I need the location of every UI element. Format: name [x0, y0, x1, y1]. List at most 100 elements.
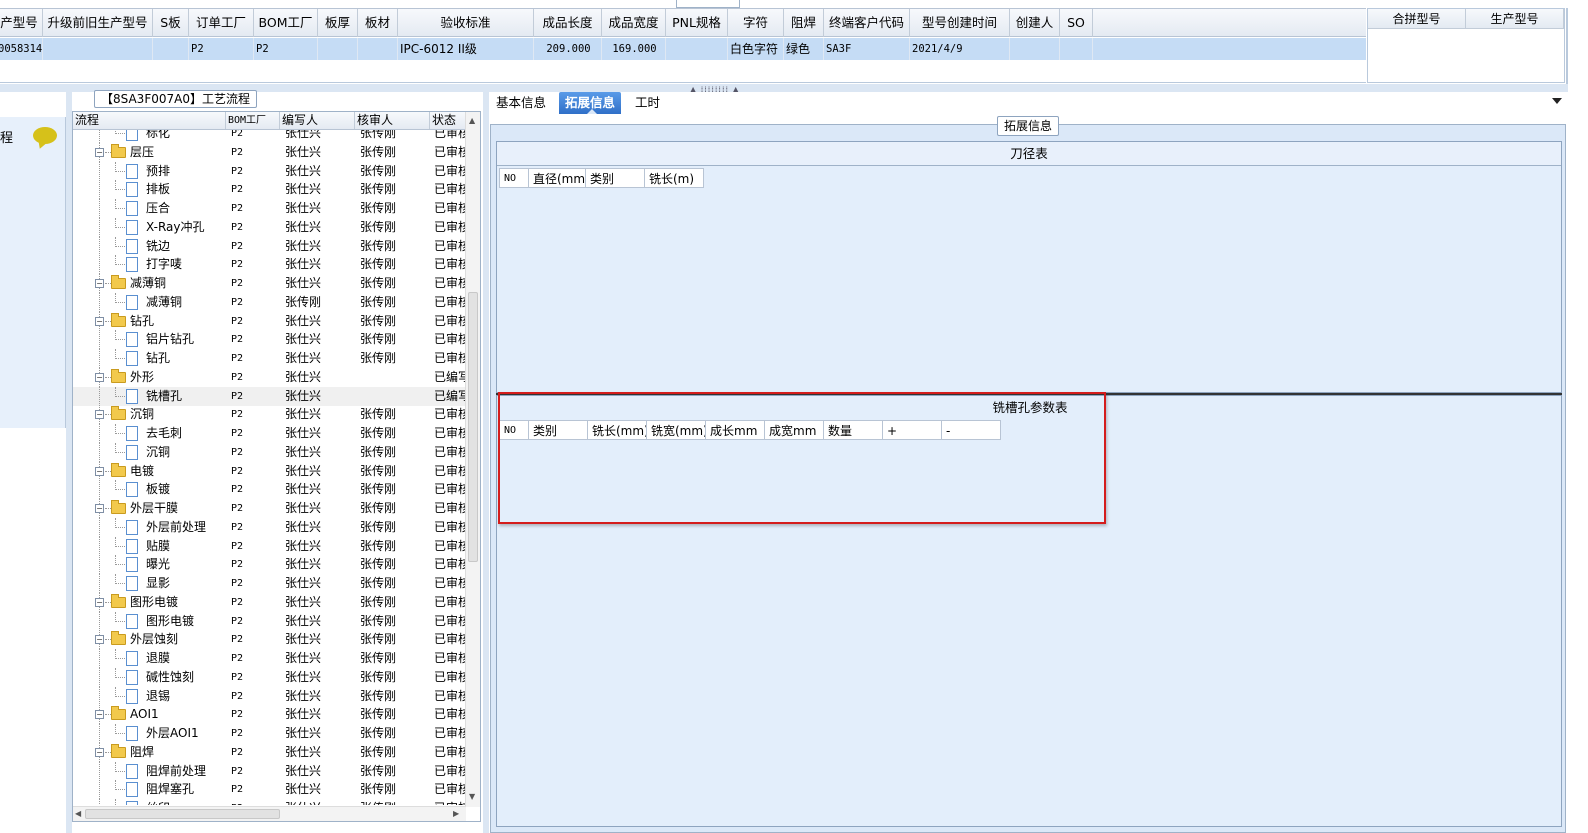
tree-row[interactable]: 阻焊前处理 P2 张仕兴 张传刚 已审核 [73, 761, 466, 781]
model-grid-cell[interactable] [358, 38, 398, 60]
tree-row[interactable]: − AOI1 P2 张仕兴 张传刚 已审核 [73, 705, 466, 725]
tree-row[interactable]: 贴膜 P2 张仕兴 张传刚 已审核 [73, 536, 466, 556]
model-grid-cell[interactable]: P2 [254, 38, 318, 60]
tree-row[interactable]: 铝片钻孔 P2 张仕兴 张传刚 已审核 [73, 330, 466, 350]
tool-table-col[interactable]: 铣长(m) [644, 168, 704, 188]
tree-row[interactable]: 阻焊塞孔 P2 张仕兴 张传刚 已审核 [73, 780, 466, 800]
tab-extended-info[interactable]: 拓展信息 [559, 92, 622, 114]
tree-row[interactable]: − 阻焊 P2 张仕兴 张传刚 已审核 [73, 742, 466, 762]
tree-row[interactable]: − 外层干膜 P2 张仕兴 张传刚 已审核 [73, 499, 466, 518]
tool-table-col[interactable]: 类别 [585, 168, 645, 188]
collapse-icon[interactable]: − [95, 504, 104, 513]
slot-table-col[interactable]: 铣长(mm) [587, 420, 647, 440]
slot-table-col[interactable]: 数量 [823, 420, 883, 440]
tree-vscroll-thumb[interactable] [468, 292, 478, 562]
collapse-icon[interactable]: − [95, 710, 104, 720]
scroll-down-icon[interactable]: ▼ [469, 792, 475, 801]
tree-row[interactable]: X-Ray冲孔 P2 张仕兴 张传刚 已审核 [73, 217, 466, 237]
model-grid-col-2[interactable]: S板 [153, 9, 189, 37]
col-reviewer[interactable]: 核审人 [355, 112, 430, 129]
tab-dropdown-icon[interactable] [1552, 98, 1562, 104]
slot-table-col[interactable]: 成宽mm [764, 420, 824, 440]
model-grid-col-10[interactable]: PNL规格 [666, 9, 728, 37]
tree-row[interactable]: 标化 P2 张仕兴 张传刚 已审核 [73, 130, 466, 143]
tree-row[interactable]: − 沉铜 P2 张仕兴 张传刚 已审核 [73, 405, 466, 425]
slot-table-col[interactable]: NO [499, 420, 529, 440]
collapse-icon[interactable]: − [95, 316, 104, 326]
model-grid-col-11[interactable]: 字符 [728, 9, 784, 37]
collapse-icon[interactable]: − [95, 597, 104, 607]
model-grid-cell[interactable]: 0058314 [0, 38, 43, 60]
col-process[interactable]: 流程 [73, 112, 226, 129]
model-grid-col-13[interactable]: 终端客户代码 [824, 9, 910, 37]
scroll-right-icon[interactable]: ▶ [453, 809, 459, 818]
slot-table-col[interactable]: 类别 [528, 420, 588, 440]
model-grid-cell[interactable] [153, 38, 189, 60]
tree-row[interactable]: − 外层蚀刻 P2 张仕兴 张传刚 已审核 [73, 630, 466, 650]
tool-table-col[interactable]: 直径(mm) [528, 168, 586, 188]
tree-row[interactable]: 外层前处理 P2 张仕兴 张传刚 已审核 [73, 517, 466, 537]
tree-row[interactable]: 铣边 P2 张仕兴 张传刚 已审核 [73, 236, 466, 256]
model-grid-cell[interactable]: 169.000 [602, 38, 666, 60]
model-grid-cell[interactable] [666, 38, 728, 60]
tree-row[interactable]: 退膜 P2 张仕兴 张传刚 已审核 [73, 649, 466, 668]
model-grid-cell[interactable]: 2021/4/9 [910, 38, 1010, 60]
collapse-icon[interactable]: − [95, 410, 104, 420]
model-grid-cell[interactable]: 209.000 [534, 38, 602, 60]
tree-row[interactable]: 图形电镀 P2 张仕兴 张传刚 已审核 [73, 611, 466, 631]
model-grid-cell[interactable] [1010, 38, 1060, 60]
col-bom-factory[interactable]: BOM工厂 [226, 112, 280, 129]
tree-row[interactable]: 显影 P2 张仕兴 张传刚 已审核 [73, 574, 466, 593]
model-grid-col-14[interactable]: 型号创建时间 [910, 9, 1010, 37]
tree-row[interactable]: − 层压 P2 张仕兴 张传刚 已审核 [73, 142, 466, 162]
model-grid-col-1[interactable]: 升级前旧生产型号 [43, 9, 153, 37]
collapse-icon[interactable]: − [95, 466, 104, 476]
tree-row[interactable]: − 减薄铜 P2 张仕兴 张传刚 已审核 [73, 274, 466, 293]
model-grid-col-9[interactable]: 成品宽度 [602, 9, 666, 37]
tree-row[interactable]: 曝光 P2 张仕兴 张传刚 已审核 [73, 555, 466, 575]
tree-row[interactable]: 打字唛 P2 张仕兴 张传刚 已审核 [73, 255, 466, 275]
tree-row[interactable]: 碱性蚀刻 P2 张仕兴 张传刚 已审核 [73, 667, 466, 687]
tree-row[interactable]: 预排 P2 张仕兴 张传刚 已审核 [73, 161, 466, 181]
tree-row[interactable]: − 电镀 P2 张仕兴 张传刚 已审核 [73, 461, 466, 481]
tree-row[interactable]: 去毛刺 P2 张仕兴 张传刚 已审核 [73, 424, 466, 443]
collapse-icon[interactable]: − [95, 372, 104, 382]
model-grid-cell[interactable]: 白色字符 [728, 38, 784, 60]
model-grid-col-3[interactable]: 订单工厂 [189, 9, 254, 37]
merge-model-header[interactable]: 合拼型号 [1368, 9, 1466, 29]
collapse-icon[interactable]: − [95, 147, 104, 157]
tree-row[interactable]: 沉铜 P2 张仕兴 张传刚 已审核 [73, 442, 466, 462]
tree-row[interactable]: − 图形电镀 P2 张仕兴 张传刚 已审核 [73, 592, 466, 612]
model-grid-col-7[interactable]: 验收标准 [398, 9, 534, 37]
tool-table-col[interactable]: NO [499, 168, 529, 188]
model-grid-cell[interactable]: SA3F [824, 38, 910, 60]
tree-row[interactable]: 退锡 P2 张仕兴 张传刚 已审核 [73, 686, 466, 706]
tab-work-hours[interactable]: 工时 [629, 92, 666, 114]
model-grid-col-8[interactable]: 成品长度 [534, 9, 602, 37]
chat-bubble-icon[interactable] [33, 127, 57, 144]
tree-row[interactable]: − 钻孔 P2 张仕兴 张传刚 已审核 [73, 311, 466, 331]
remove-row-button[interactable]: - [941, 420, 1001, 440]
tree-hscroll-thumb[interactable] [85, 809, 280, 819]
tree-row[interactable]: 钻孔 P2 张仕兴 张传刚 已审核 [73, 349, 466, 368]
model-grid-col-5[interactable]: 板厚 [318, 9, 358, 37]
production-model-header[interactable]: 生产型号 [1466, 9, 1564, 29]
tree-vertical-scrollbar[interactable]: ▲ ▼ [465, 112, 480, 807]
middle-vertical-splitter[interactable] [483, 92, 489, 833]
model-grid-col-12[interactable]: 阻焊 [784, 9, 824, 37]
model-grid-col-4[interactable]: BOM工厂 [254, 9, 318, 37]
tree-horizontal-scrollbar[interactable]: ◀ ▶ [73, 806, 466, 821]
tree-row[interactable]: 排板 P2 张仕兴 张传刚 已审核 [73, 180, 466, 200]
scroll-left-icon[interactable]: ◀ [75, 809, 81, 818]
add-row-button[interactable]: + [882, 420, 942, 440]
tree-row[interactable]: 丝印 P2 张仕兴张传刚已审核 [73, 799, 466, 805]
col-writer[interactable]: 编写人 [280, 112, 355, 129]
tree-row[interactable]: 板镀 P2 张仕兴 张传刚 已审核 [73, 480, 466, 500]
model-grid-cell[interactable]: IPC-6012 II级 [398, 38, 534, 60]
collapse-icon[interactable]: − [95, 747, 104, 757]
model-grid-cell[interactable]: 绿色 [784, 38, 824, 60]
col-status[interactable]: 状态 [430, 112, 466, 129]
model-grid-cell[interactable] [1060, 38, 1093, 60]
model-grid-col-6[interactable]: 板材 [358, 9, 398, 37]
tree-row[interactable]: 压合 P2 张仕兴 张传刚 已审核 [73, 199, 466, 218]
